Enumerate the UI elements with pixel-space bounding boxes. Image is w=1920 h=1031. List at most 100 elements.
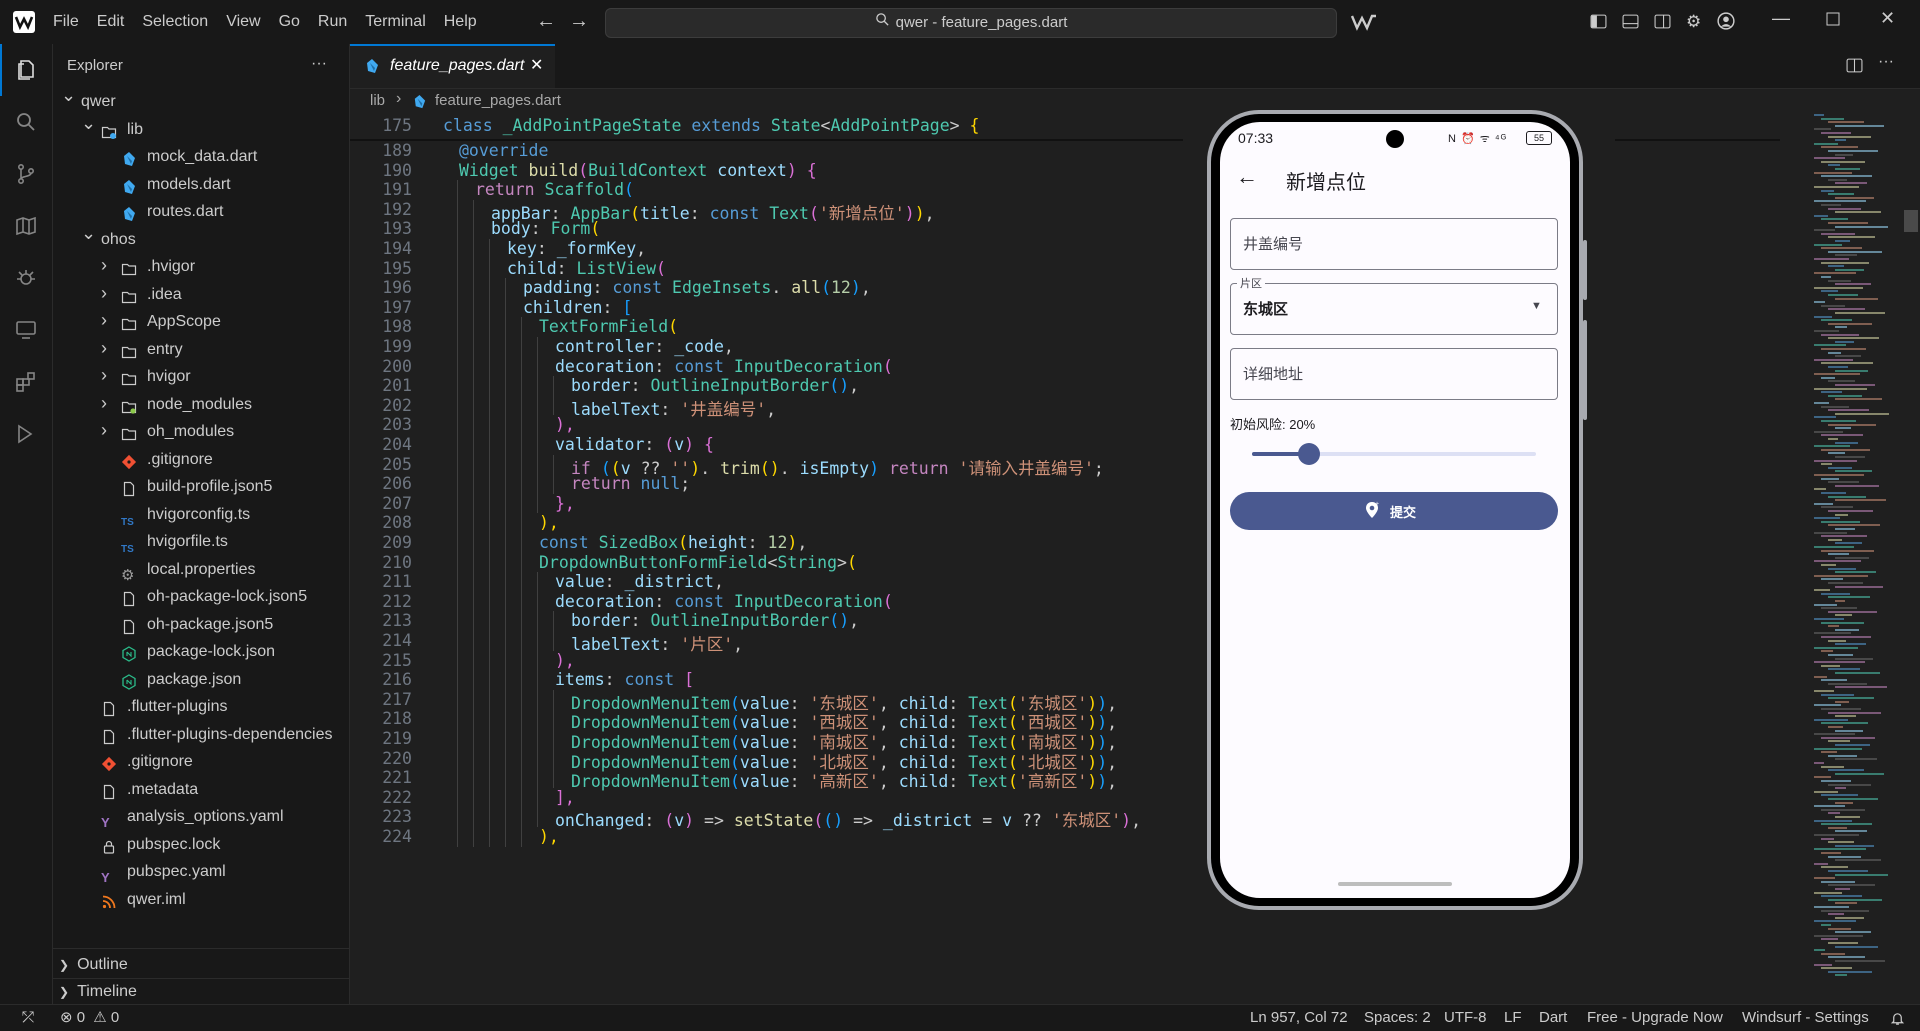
back-arrow-icon[interactable]: ←	[1236, 164, 1258, 190]
code-line[interactable]: ),	[539, 827, 559, 846]
address-field[interactable]: 详细地址	[1230, 348, 1558, 400]
map-icon[interactable]	[0, 200, 52, 252]
tree-item[interactable]: TS hvigorfile.ts	[53, 528, 349, 555]
code-line[interactable]: controller: _code,	[555, 337, 734, 356]
code-line[interactable]: return null;	[571, 474, 690, 493]
code-line[interactable]: decoration: const InputDecoration(	[555, 357, 893, 376]
language-mode[interactable]: Dart	[1539, 1005, 1567, 1031]
source-control-icon[interactable]	[0, 148, 52, 200]
menu-edit[interactable]: Edit	[88, 0, 134, 44]
tree-item[interactable]: .gitignore	[53, 748, 349, 775]
windsurf-logo-icon[interactable]	[12, 10, 36, 34]
breadcrumb-lib[interactable]: lib	[370, 92, 385, 109]
code-line[interactable]: padding: const EdgeInsets. all(12),	[523, 278, 871, 297]
code-line[interactable]: ),	[555, 651, 575, 670]
cursor-position[interactable]: Ln 957, Col 72	[1250, 1005, 1348, 1031]
minimize-icon[interactable]: —	[1772, 8, 1790, 29]
menu-go[interactable]: Go	[270, 0, 309, 44]
tree-item[interactable]: ⌄ qwer	[53, 85, 349, 115]
code-line[interactable]: border: OutlineInputBorder(),	[571, 376, 859, 395]
remote-explorer-icon[interactable]	[0, 304, 52, 356]
tree-item[interactable]: routes.dart	[53, 198, 349, 225]
code-line[interactable]: Widget build(BuildContext context) {	[459, 161, 817, 180]
code-line[interactable]: key: _formKey,	[507, 239, 646, 258]
back-arrow-icon[interactable]: ←	[536, 10, 556, 33]
code-line[interactable]: ],	[555, 788, 575, 807]
menu-run[interactable]: Run	[309, 0, 356, 44]
breadcrumb-file[interactable]: feature_pages.dart	[435, 92, 561, 109]
code-line[interactable]: DropdownButtonFormField<String>(	[539, 553, 857, 572]
risk-slider-thumb[interactable]	[1297, 443, 1320, 465]
tree-item[interactable]: Ypubspec.yaml	[53, 858, 349, 885]
tree-item[interactable]: › node_modules	[53, 391, 349, 418]
code-line[interactable]: labelText: '井盖编号',	[571, 396, 776, 420]
forward-arrow-icon[interactable]: →	[569, 10, 589, 33]
tree-item[interactable]: build-profile.json5	[53, 473, 349, 500]
tree-item[interactable]: qwer.iml	[53, 886, 349, 913]
toggle-sidebar-icon[interactable]	[1590, 13, 1607, 35]
tree-item[interactable]: ⌄ ohos	[53, 223, 349, 253]
encoding[interactable]: UTF-8	[1444, 1005, 1487, 1031]
tree-item[interactable]: TS hvigorconfig.ts	[53, 501, 349, 528]
timeline-section[interactable]: ❯ Timeline	[59, 979, 137, 1005]
remote-indicator-icon[interactable]: ⤱	[22, 1005, 34, 1031]
code-line[interactable]: TextFormField(	[539, 317, 678, 336]
submit-button[interactable]: + 提交	[1230, 492, 1558, 530]
search-activity-icon[interactable]	[0, 96, 52, 148]
command-center[interactable]: qwer - feature_pages.dart	[605, 8, 1337, 38]
tree-item[interactable]: .flutter-plugins-dependencies	[53, 721, 349, 748]
code-line[interactable]: ),	[539, 513, 559, 532]
run-debug-icon[interactable]	[0, 252, 52, 304]
tree-item[interactable]: models.dart	[53, 171, 349, 198]
tree-item[interactable]: ⌄ lib	[53, 113, 349, 143]
tree-item[interactable]: Yanalysis_options.yaml	[53, 803, 349, 830]
tree-item[interactable]: oh-package.json5	[53, 611, 349, 638]
tree-item[interactable]: mock_data.dart	[53, 143, 349, 170]
minimap[interactable]	[1808, 114, 1908, 1004]
editor-more-icon[interactable]: ···	[1878, 53, 1894, 71]
explorer-icon[interactable]	[0, 44, 52, 96]
code-line[interactable]: body: Form(	[491, 219, 600, 238]
windsurf-settings[interactable]: Windsurf - Settings	[1742, 1005, 1869, 1031]
code-line[interactable]: items: const [	[555, 670, 694, 689]
outline-section[interactable]: ❯ Outline	[59, 952, 128, 978]
tree-item[interactable]: .flutter-plugins	[53, 693, 349, 720]
risk-slider-track[interactable]	[1252, 443, 1536, 465]
end-of-line[interactable]: LF	[1504, 1005, 1522, 1031]
code-line[interactable]: child: ListView(	[507, 259, 666, 278]
tab-close-icon[interactable]: ✕	[530, 46, 543, 86]
more-actions-icon[interactable]: ···	[311, 44, 327, 84]
code-line[interactable]: },	[555, 494, 575, 513]
scrollbar-thumb[interactable]	[1904, 210, 1918, 232]
tree-item[interactable]: › .idea	[53, 281, 349, 308]
tree-item[interactable]: › .hvigor	[53, 253, 349, 280]
settings-gear-icon[interactable]: ⚙	[1686, 12, 1701, 32]
extensions-icon[interactable]	[0, 356, 52, 408]
code-line[interactable]: const SizedBox(height: 12),	[539, 533, 807, 552]
tree-item[interactable]: › hvigor	[53, 363, 349, 390]
code-line[interactable]: children: [	[523, 298, 632, 317]
tree-item[interactable]: › oh_modules	[53, 418, 349, 445]
maximize-icon[interactable]	[1826, 12, 1840, 31]
code-line[interactable]: ),	[555, 415, 575, 434]
tree-item[interactable]: package.json	[53, 666, 349, 693]
manhole-code-field[interactable]: 井盖编号	[1230, 218, 1558, 270]
code-line[interactable]: labelText: '片区',	[571, 631, 743, 655]
sticky-scroll-line[interactable]: class _AddPointPageState extends State<A…	[443, 116, 979, 135]
tree-item[interactable]: › entry	[53, 336, 349, 363]
menu-terminal[interactable]: Terminal	[356, 0, 434, 44]
testing-icon[interactable]	[0, 408, 52, 460]
code-line[interactable]: return Scaffold(	[475, 180, 634, 199]
tree-item[interactable]: package-lock.json	[53, 638, 349, 665]
code-line[interactable]: DropdownMenuItem(value: '高新区', child: Te…	[571, 768, 1117, 792]
menu-view[interactable]: View	[217, 0, 269, 44]
tree-item[interactable]: .metadata	[53, 776, 349, 803]
windsurf-brand-icon[interactable]	[1350, 12, 1378, 37]
tab-feature-pages[interactable]: feature_pages.dart ✕	[350, 44, 555, 88]
toggle-secondary-sidebar-icon[interactable]	[1654, 13, 1671, 35]
tree-item[interactable]: oh-package-lock.json5	[53, 583, 349, 610]
code-line[interactable]: value: _district,	[555, 572, 724, 591]
code-line[interactable]: decoration: const InputDecoration(	[555, 592, 893, 611]
problems-indicator[interactable]: ⊗ 0 ⚠ 0	[60, 1005, 119, 1031]
upgrade-link[interactable]: Free - Upgrade Now	[1587, 1005, 1723, 1031]
